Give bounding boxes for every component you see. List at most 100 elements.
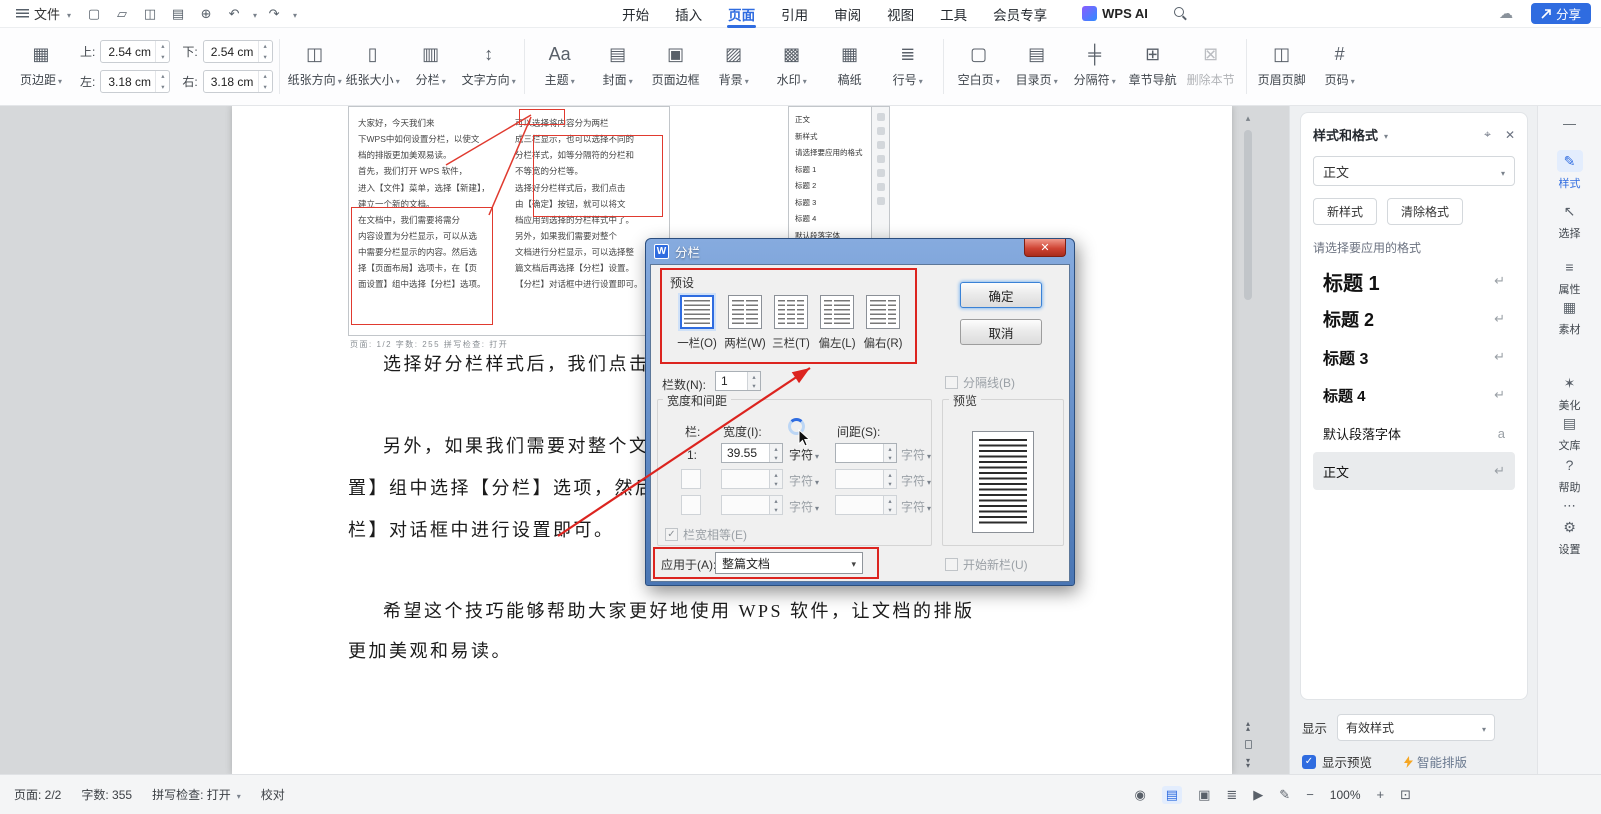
- margin-top-input[interactable]: 2.54 cm: [100, 40, 170, 63]
- scrollbar-thumb[interactable]: [1244, 130, 1252, 300]
- preset-right-offset[interactable]: 偏右(R): [861, 295, 905, 351]
- tab-tools[interactable]: 工具: [927, 0, 980, 28]
- sidebar-item-assets[interactable]: ▦素材: [1538, 296, 1601, 337]
- print-icon[interactable]: ▤: [167, 0, 189, 28]
- cancel-button[interactable]: 取消: [960, 319, 1042, 345]
- next-page-button[interactable]: ▾ ▾: [1246, 758, 1250, 768]
- preset-left-offset[interactable]: 偏左(L): [815, 295, 859, 351]
- fullscreen-icon[interactable]: ⊡: [1400, 787, 1411, 803]
- web-view-icon[interactable]: ▣: [1198, 787, 1210, 803]
- header-footer-button[interactable]: ◫页眉页脚: [1253, 28, 1311, 105]
- sidebar-item-styles[interactable]: ✎样式: [1538, 150, 1601, 191]
- sidebar-item-beautify[interactable]: ✶美化: [1538, 372, 1601, 413]
- sidebar-item-select[interactable]: ↖选择: [1538, 200, 1601, 241]
- watermark-button[interactable]: ▩水印: [763, 28, 821, 105]
- more-tools-chevron-icon[interactable]: [291, 6, 297, 21]
- show-preview-checkbox[interactable]: ✓: [1302, 755, 1316, 769]
- sidebar-item-library[interactable]: ▤文库: [1538, 412, 1601, 453]
- clear-format-button[interactable]: 清除格式: [1387, 198, 1463, 225]
- sidebar-item-help[interactable]: ?帮助: [1538, 454, 1601, 495]
- embedded-screenshot-1[interactable]: 大家好，今天我们来下WPS中如何设置分栏，以使文档的排版更加美观易读。首先，我们…: [348, 106, 670, 336]
- style-heading-1[interactable]: 标题 1↵: [1313, 262, 1515, 300]
- style-heading-3[interactable]: 标题 3↵: [1313, 338, 1515, 376]
- reading-eye-icon[interactable]: ◉: [1134, 787, 1145, 803]
- margin-bottom-input[interactable]: 2.54 cm: [203, 40, 273, 63]
- document-scrollbar[interactable]: ▴ ▴ ▾ ▾: [1241, 109, 1255, 768]
- wps-ai-button[interactable]: WPS AI: [1082, 6, 1148, 21]
- blank-page-button[interactable]: ▢空白页: [950, 28, 1008, 105]
- page-border-button[interactable]: ▣页面边框: [647, 28, 705, 105]
- margin-right-stepper[interactable]: [258, 71, 272, 92]
- new-file-icon[interactable]: ▢: [83, 0, 105, 28]
- open-folder-icon[interactable]: ▱: [111, 0, 133, 28]
- tab-page[interactable]: 页面: [715, 0, 768, 28]
- apply-to-dropdown[interactable]: 整篇文档: [715, 552, 863, 574]
- page-margins-button[interactable]: ▦ 页边距: [12, 45, 70, 88]
- manuscript-paper-button[interactable]: ▦稿纸: [821, 28, 879, 105]
- outline-view-icon[interactable]: ≣: [1226, 787, 1237, 803]
- word-count[interactable]: 字数: 355: [81, 786, 132, 803]
- break-button[interactable]: ╪分隔符: [1066, 28, 1124, 105]
- margin-right-input[interactable]: 3.18 cm: [203, 70, 273, 93]
- tab-view[interactable]: 视图: [874, 0, 927, 28]
- style-default-font[interactable]: 默认段落字体a: [1313, 414, 1515, 452]
- file-menu[interactable]: 文件: [10, 4, 77, 23]
- save-icon[interactable]: ◫: [139, 0, 161, 28]
- scroll-up-icon[interactable]: [1246, 109, 1251, 124]
- column-count-stepper[interactable]: 1: [715, 371, 761, 391]
- paper-size-button[interactable]: ▯纸张大小: [344, 28, 402, 105]
- paper-orientation-button[interactable]: ◫纸张方向: [286, 28, 344, 105]
- previous-page-button[interactable]: ▴ ▴: [1246, 721, 1250, 731]
- select-browse-object-button[interactable]: [1245, 740, 1252, 749]
- margin-left-input[interactable]: 3.18 cm: [100, 70, 170, 93]
- tab-reference[interactable]: 引用: [768, 0, 821, 28]
- row1-spacing-input[interactable]: [835, 443, 897, 463]
- row1-width-unit-dropdown[interactable]: 字符: [789, 446, 819, 463]
- undo-chevron-icon[interactable]: [251, 6, 257, 21]
- ink-pen-icon[interactable]: ✎: [1279, 787, 1290, 803]
- toc-page-button[interactable]: ▤目录页: [1008, 28, 1066, 105]
- tab-review[interactable]: 审阅: [821, 0, 874, 28]
- zoom-level[interactable]: 100%: [1330, 788, 1361, 802]
- text-direction-button[interactable]: ↕文字方向: [460, 28, 518, 105]
- columns-button[interactable]: ▥分栏: [402, 28, 460, 105]
- show-filter-dropdown[interactable]: 有效样式: [1337, 714, 1495, 741]
- slideshow-icon[interactable]: ▶: [1253, 787, 1263, 803]
- background-button[interactable]: ▨背景: [705, 28, 763, 105]
- style-body-text[interactable]: 正文↵: [1313, 452, 1515, 490]
- page-indicator[interactable]: 页面: 2/2: [14, 786, 61, 803]
- close-icon[interactable]: ✕: [1505, 128, 1515, 142]
- chevron-down-icon[interactable]: [1382, 127, 1388, 142]
- zoom-in-icon[interactable]: +: [1377, 787, 1385, 802]
- tools-icon[interactable]: ⊕: [195, 0, 217, 28]
- current-style-dropdown[interactable]: 正文: [1313, 156, 1515, 186]
- row1-width-input[interactable]: 39.55: [721, 443, 783, 463]
- more-icon[interactable]: ⋯: [1538, 498, 1601, 514]
- redo-icon[interactable]: ↷: [263, 0, 285, 28]
- page-view-icon[interactable]: ▤: [1162, 786, 1182, 804]
- tab-member[interactable]: 会员专享: [980, 0, 1060, 28]
- style-heading-2[interactable]: 标题 2↵: [1313, 300, 1515, 338]
- tab-insert[interactable]: 插入: [662, 0, 715, 28]
- pin-icon[interactable]: ⌖: [1484, 127, 1491, 142]
- dialog-titlebar[interactable]: W 分栏 ✕: [650, 239, 1070, 264]
- sidebar-item-settings[interactable]: ⚙设置: [1538, 516, 1601, 557]
- collapse-pane-icon[interactable]: —: [1538, 116, 1601, 131]
- share-button[interactable]: 分享: [1531, 3, 1591, 24]
- close-icon[interactable]: ✕: [1024, 239, 1066, 257]
- ok-button[interactable]: 确定: [960, 282, 1042, 308]
- line-numbers-button[interactable]: ≣行号: [879, 28, 937, 105]
- preset-three-columns[interactable]: 三栏(T): [769, 295, 813, 351]
- preset-two-columns[interactable]: 两栏(W): [723, 295, 767, 351]
- tab-home[interactable]: 开始: [609, 0, 662, 28]
- section-nav-button[interactable]: ⊞章节导航: [1124, 28, 1182, 105]
- smart-layout-button[interactable]: 智能排版: [1404, 752, 1467, 771]
- margin-top-stepper[interactable]: [155, 41, 169, 62]
- cloud-sync-icon[interactable]: ☁: [1499, 5, 1513, 22]
- spellcheck-toggle[interactable]: 拼写检查: 打开: [152, 786, 241, 803]
- preset-one-column[interactable]: 一栏(O): [675, 295, 719, 351]
- sidebar-item-properties[interactable]: ≡属性: [1538, 256, 1601, 297]
- page-number-button[interactable]: #页码: [1311, 28, 1369, 105]
- search-icon[interactable]: [1174, 7, 1187, 20]
- margin-bottom-stepper[interactable]: [258, 41, 272, 62]
